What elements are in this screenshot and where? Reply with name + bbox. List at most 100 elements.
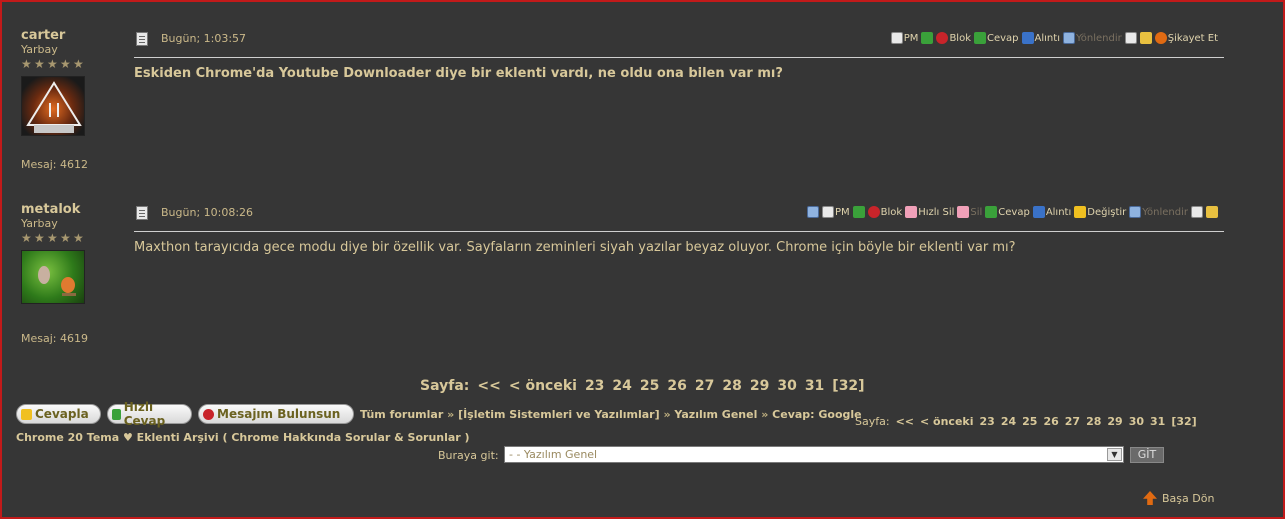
block-button[interactable]: Blok <box>936 32 971 44</box>
star-icon: ★ <box>34 57 45 71</box>
find-message-label: Mesajım Bulunsun <box>217 407 341 421</box>
pager-page[interactable]: 29 <box>1107 415 1122 428</box>
forward-button[interactable]: Yönlendir <box>1129 206 1188 218</box>
pager: Sayfa: << < önceki 23 24 25 26 27 28 29 … <box>420 378 865 394</box>
breadcrumb-category[interactable]: [İşletim Sistemleri ve Yazılımlar] <box>458 408 660 421</box>
pager-page[interactable]: 30 <box>1129 415 1144 428</box>
folder-icon <box>1206 206 1218 218</box>
username-link[interactable]: metalok <box>21 202 121 217</box>
pager-page[interactable]: 28 <box>722 378 741 394</box>
add-friend-button[interactable] <box>852 206 865 218</box>
quote-icon <box>1021 32 1034 44</box>
post-document-icon[interactable] <box>136 206 148 220</box>
forward-label: Yönlendir <box>1075 32 1122 44</box>
folder-button[interactable] <box>1206 206 1218 218</box>
pager-first[interactable]: << <box>477 378 500 394</box>
report-label: Şikayet Et <box>1167 32 1218 44</box>
back-to-top-link[interactable]: Başa Dön <box>1143 491 1214 505</box>
breadcrumb-topic-continued[interactable]: Chrome 20 Tema ♥ Eklenti Arşivi ( Chrome… <box>16 431 470 444</box>
pager-page[interactable]: 23 <box>585 378 604 394</box>
user-rank: Yarbay <box>21 43 58 56</box>
reply-icon <box>21 408 32 420</box>
post-document-icon[interactable] <box>136 32 148 46</box>
envelope-icon <box>806 206 819 218</box>
chevron-down-icon[interactable]: ▼ <box>1107 448 1122 461</box>
arrow-right-icon <box>112 408 121 420</box>
reply-topic-button[interactable]: Cevapla <box>16 404 101 424</box>
back-to-top-label: Başa Dön <box>1162 491 1215 505</box>
report-button[interactable]: Şikayet Et <box>1154 32 1218 44</box>
find-message-button[interactable]: Mesajım Bulunsun <box>198 404 354 424</box>
folder-button[interactable] <box>1139 32 1152 44</box>
breadcrumb-all-forums[interactable]: Tüm forumlar <box>360 408 443 421</box>
pager-first[interactable]: << <box>896 415 914 428</box>
avatar[interactable] <box>21 76 85 136</box>
pm-label: PM <box>903 32 919 44</box>
pager-page[interactable]: 26 <box>1043 415 1058 428</box>
quote-button[interactable]: Alıntı <box>1021 32 1060 44</box>
quick-delete-label: Hızlı Sil <box>918 206 955 218</box>
print-button[interactable] <box>1124 32 1137 44</box>
forward-button[interactable]: Yönlendir <box>1062 32 1122 44</box>
pager-page[interactable]: 27 <box>695 378 714 394</box>
pager-page[interactable]: 31 <box>1150 415 1165 428</box>
edit-button[interactable]: Değiştir <box>1074 206 1126 218</box>
star-icon: ★ <box>47 231 58 245</box>
edit-icon <box>1074 206 1087 218</box>
block-button[interactable]: Blok <box>867 206 902 218</box>
add-friend-button[interactable] <box>921 32 934 44</box>
pager-bottom: Sayfa: << < önceki 23 24 25 26 27 28 29 … <box>855 415 1197 428</box>
add-user-icon <box>921 32 934 44</box>
delete-button[interactable]: Sil <box>957 206 982 218</box>
email-button[interactable] <box>806 206 819 218</box>
pager-prev[interactable]: < önceki <box>509 378 577 394</box>
pager-page[interactable]: 24 <box>1001 415 1016 428</box>
block-label: Blok <box>949 32 971 44</box>
breadcrumb-separator: » <box>447 408 455 421</box>
pager-page[interactable]: 31 <box>805 378 824 394</box>
envelope-icon <box>1062 32 1075 44</box>
avatar[interactable] <box>21 250 85 304</box>
pager-page[interactable]: 25 <box>1022 415 1037 428</box>
forum-jump-select[interactable]: - - Yazılım Genel ▼ <box>504 446 1124 463</box>
delete-icon <box>905 206 918 218</box>
pager-page[interactable]: 28 <box>1086 415 1101 428</box>
reply-icon <box>985 206 998 218</box>
pager-page[interactable]: 30 <box>777 378 796 394</box>
pm-button[interactable]: PM <box>821 206 850 218</box>
star-icon: ★ <box>60 57 71 71</box>
print-button[interactable] <box>1191 206 1203 218</box>
star-icon: ★ <box>34 231 45 245</box>
pager-page[interactable]: 29 <box>750 378 769 394</box>
forum-jump-value: - - Yazılım Genel <box>509 448 598 461</box>
pager-page[interactable]: 27 <box>1065 415 1080 428</box>
reply-button[interactable]: Cevap <box>985 206 1030 218</box>
pager-page[interactable]: 26 <box>667 378 686 394</box>
pager-page[interactable]: 23 <box>980 415 995 428</box>
pager-page[interactable]: 24 <box>612 378 631 394</box>
pm-icon <box>821 206 834 218</box>
breadcrumb-topic[interactable]: Cevap: Google <box>772 408 861 421</box>
post-author: carter Yarbay ★ ★ ★ ★ ★ Mesaj: 4612 <box>21 28 121 171</box>
post-actions: PM Blok Cevap Alıntı Yönlendir Şikayet E… <box>890 32 1218 44</box>
star-icon: ★ <box>73 57 84 71</box>
pm-button[interactable]: PM <box>890 32 919 44</box>
reply-icon <box>974 32 986 44</box>
birds-icon <box>38 266 76 296</box>
post: metalok Yarbay ★ ★ ★ ★ ★ Mesaj: 4619 Bug… <box>0 198 1285 348</box>
warning-sign-icon <box>26 81 82 133</box>
quote-icon <box>1032 206 1045 218</box>
quick-delete-button[interactable]: Hızlı Sil <box>905 206 954 218</box>
pager-prev[interactable]: < önceki <box>920 415 974 428</box>
username-link[interactable]: carter <box>21 28 121 43</box>
breadcrumb-forum[interactable]: Yazılım Genel <box>674 408 757 421</box>
pager-page[interactable]: 25 <box>640 378 659 394</box>
quote-button[interactable]: Alıntı <box>1032 206 1071 218</box>
post-body: Eskiden Chrome'da Youtube Downloader diy… <box>134 66 783 81</box>
star-icon: ★ <box>60 231 71 245</box>
reply-button[interactable]: Cevap <box>974 32 1019 44</box>
forward-label: Yönlendir <box>1142 206 1188 218</box>
edit-label: Değiştir <box>1087 206 1127 218</box>
go-button[interactable]: GİT <box>1130 447 1164 463</box>
quick-reply-button[interactable]: Hızlı Cevap <box>107 400 192 428</box>
